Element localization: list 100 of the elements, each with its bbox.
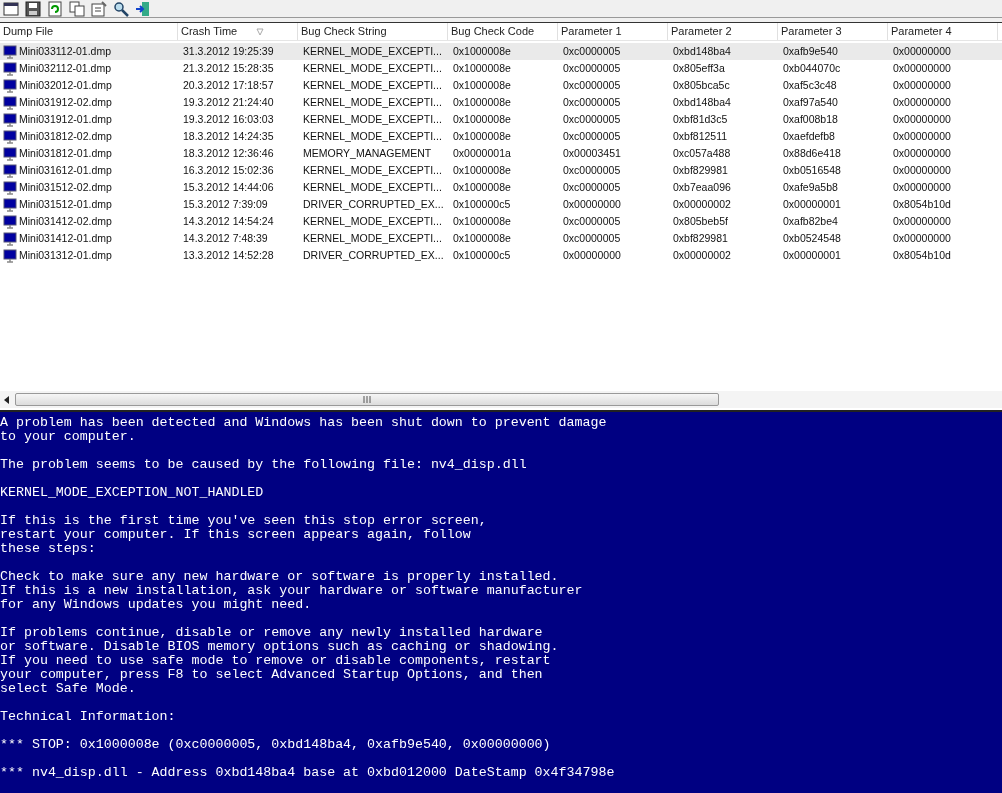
error-text: The problem seems to be caused by the following file: nv4_disp.dll bbox=[0, 458, 527, 472]
table-cell-text: 0x00000000 bbox=[893, 111, 951, 127]
table-cell-text: 0x00000001 bbox=[783, 196, 841, 212]
monitor-icon bbox=[3, 95, 17, 110]
horizontal-scrollbar[interactable] bbox=[0, 391, 1002, 408]
column-header[interactable]: Bug Check Code bbox=[448, 23, 558, 40]
table-cell-text: 0x00000000 bbox=[893, 230, 951, 246]
table-cell-text: KERNEL_MODE_EXCEPTI... bbox=[303, 162, 442, 178]
window-icon[interactable] bbox=[3, 0, 19, 17]
table-cell-text: Mini031812-01.dmp bbox=[19, 145, 112, 161]
monitor-icon bbox=[3, 61, 17, 76]
table-cell-text: 0xc0000005 bbox=[563, 94, 621, 110]
table-cell-text: 0x0000001a bbox=[453, 145, 511, 161]
table-cell-text: 0xb044070c bbox=[783, 60, 841, 76]
table-cell-text: 0xc0000005 bbox=[563, 77, 621, 93]
table-cell-text: KERNEL_MODE_EXCEPTI... bbox=[303, 77, 442, 93]
table-cell-text: 0xbf829981 bbox=[673, 162, 728, 178]
table-cell-text: 0xc0000005 bbox=[563, 213, 621, 229]
table-cell-text: 0x00000000 bbox=[893, 179, 951, 195]
table-cell-text: 0xb0516548 bbox=[783, 162, 841, 178]
table-cell-text: Mini031912-01.dmp bbox=[19, 111, 112, 127]
monitor-icon bbox=[3, 44, 17, 59]
table-cell-text: DRIVER_CORRUPTED_EX... bbox=[303, 196, 444, 212]
error-text: *** STOP: 0x1000008e (0xc0000005, 0xbd148ba4, 0xafb9e540, 0x00000000) bbox=[0, 738, 551, 752]
column-header[interactable]: Parameter 1 bbox=[558, 23, 668, 40]
table-cell-text: 0xb7eaa096 bbox=[673, 179, 731, 195]
table-cell-text: KERNEL_MODE_EXCEPTI... bbox=[303, 43, 442, 59]
table-cell-text: 0xc0000005 bbox=[563, 43, 621, 59]
table-cell-text: 0xc0000005 bbox=[563, 60, 621, 76]
table-row[interactable]: Mini033112-01.dmp 31.3.2012 19:25:39 KERNEL_MODE_EXCEPTI... 0x1000008e 0xc0000005 0xbd148ba4 0xafb9e540 0x00000000 bbox=[0, 43, 1002, 60]
table-cell-text: 14.3.2012 14:54:24 bbox=[183, 213, 274, 229]
column-header[interactable]: Crash Time bbox=[178, 23, 298, 40]
monitor-icon bbox=[3, 248, 17, 263]
column-header[interactable]: Bug Check String bbox=[298, 23, 448, 40]
properties-icon[interactable] bbox=[91, 0, 107, 17]
table-cell-text: Mini031612-01.dmp bbox=[19, 162, 112, 178]
error-text: If this is the first time you've seen this stop error screen, restart your computer. If this screen appears again, follow these steps: bbox=[0, 514, 487, 556]
table-cell-text: 0xc0000005 bbox=[563, 230, 621, 246]
column-header[interactable]: Parameter 4 bbox=[888, 23, 998, 40]
table-cell-text: MEMORY_MANAGEMENT bbox=[303, 145, 432, 161]
table-cell-text: 0xb0524548 bbox=[783, 230, 841, 246]
table-cell-text: 0x1000008e bbox=[453, 94, 511, 110]
error-text: Check to make sure any new hardware or software is properly installed. If this is a new installation, ask your hardware or software manufacturer for any Windows updates you might need. bbox=[0, 570, 583, 612]
search-icon[interactable] bbox=[113, 0, 129, 17]
monitor-icon bbox=[3, 78, 17, 93]
table-cell-text: KERNEL_MODE_EXCEPTI... bbox=[303, 60, 442, 76]
monitor-icon bbox=[3, 112, 17, 127]
table-cell-text: 0x1000008e bbox=[453, 43, 511, 59]
table-cell-text: 16.3.2012 15:02:36 bbox=[183, 162, 274, 178]
table-cell-text: 31.3.2012 19:25:39 bbox=[183, 43, 274, 59]
table-cell-text: Mini031412-01.dmp bbox=[19, 230, 112, 246]
table-cell-text: 15.3.2012 7:39:09 bbox=[183, 196, 268, 212]
copy-icon[interactable] bbox=[69, 0, 85, 17]
table-cell-text: 0x1000008e bbox=[453, 60, 511, 76]
table-cell-text: 14.3.2012 7:48:39 bbox=[183, 230, 268, 246]
table-cell-text: 0x88d6e418 bbox=[783, 145, 841, 161]
table-cell-text: 0xafb82be4 bbox=[783, 213, 838, 229]
refresh-icon[interactable] bbox=[47, 0, 63, 17]
table-cell-text: 0xc0000005 bbox=[563, 111, 621, 127]
table-cell-text: 0x00000000 bbox=[563, 247, 621, 263]
table-cell-text: 0x00000000 bbox=[563, 196, 621, 212]
table-cell-text: 0xc057a488 bbox=[673, 145, 731, 161]
table-cell-text: KERNEL_MODE_EXCEPTI... bbox=[303, 230, 442, 246]
table-cell-text: DRIVER_CORRUPTED_EX... bbox=[303, 247, 444, 263]
table-cell-text: 0x00000000 bbox=[893, 77, 951, 93]
table-cell-text: 0x00000002 bbox=[673, 247, 731, 263]
table-cell-text: 0xbf81d3c5 bbox=[673, 111, 728, 127]
table-cell-text: 13.3.2012 14:52:28 bbox=[183, 247, 274, 263]
table-cell-text: 0x1000008e bbox=[453, 128, 511, 144]
table-cell-text: 0x805eff3a bbox=[673, 60, 725, 76]
table-cell-text: 0x1000008e bbox=[453, 230, 511, 246]
table-cell-text: KERNEL_MODE_EXCEPTI... bbox=[303, 111, 442, 127]
table-cell-text: 0xafe9a5b8 bbox=[783, 179, 838, 195]
scrollbar-thumb[interactable] bbox=[15, 393, 719, 406]
table-cell-text: 0xc0000005 bbox=[563, 162, 621, 178]
table-cell-text: 19.3.2012 16:03:03 bbox=[183, 111, 274, 127]
table-cell-text: 0xaf008b18 bbox=[783, 111, 838, 127]
table-cell-text: KERNEL_MODE_EXCEPTI... bbox=[303, 128, 442, 144]
table-cell-text: 0x8054b10d bbox=[893, 196, 951, 212]
table-cell-text: 0x00000000 bbox=[893, 145, 951, 161]
column-header[interactable]: Dump File bbox=[0, 23, 178, 40]
monitor-icon bbox=[3, 214, 17, 229]
grip-icon bbox=[363, 396, 371, 403]
column-header[interactable]: Parameter 2 bbox=[668, 23, 778, 40]
table-cell-text: 20.3.2012 17:18:57 bbox=[183, 77, 274, 93]
table-cell-text: 0xbf812511 bbox=[673, 128, 728, 144]
table-cell-text: 0x100000c5 bbox=[453, 196, 511, 212]
table-cell-text: 0x00000002 bbox=[673, 196, 731, 212]
table-cell-text: KERNEL_MODE_EXCEPTI... bbox=[303, 179, 442, 195]
error-text: A problem has been detected and Windows has been shut down to prevent damage to your computer. bbox=[0, 416, 607, 444]
table-cell-text: 0x00000000 bbox=[893, 162, 951, 178]
table-cell-text: Mini032012-01.dmp bbox=[19, 77, 112, 93]
monitor-icon bbox=[3, 197, 17, 212]
exit-door-icon[interactable] bbox=[135, 0, 151, 17]
table-cell-text: KERNEL_MODE_EXCEPTI... bbox=[303, 213, 442, 229]
column-header[interactable]: Parameter 3 bbox=[778, 23, 888, 40]
table-cell-text: 0xbd148ba4 bbox=[673, 94, 731, 110]
error-text: If problems continue, disable or remove any newly installed hardware or software. Disable BIOS memory options such as caching or shadowing. If you need to use safe mode to remove or disable components, restart your computer, press F8 to select Advanced Startup Options, and then select Safe Mode. bbox=[0, 626, 559, 696]
monitor-icon bbox=[3, 129, 17, 144]
table-cell-text: Mini033112-01.dmp bbox=[19, 43, 112, 59]
